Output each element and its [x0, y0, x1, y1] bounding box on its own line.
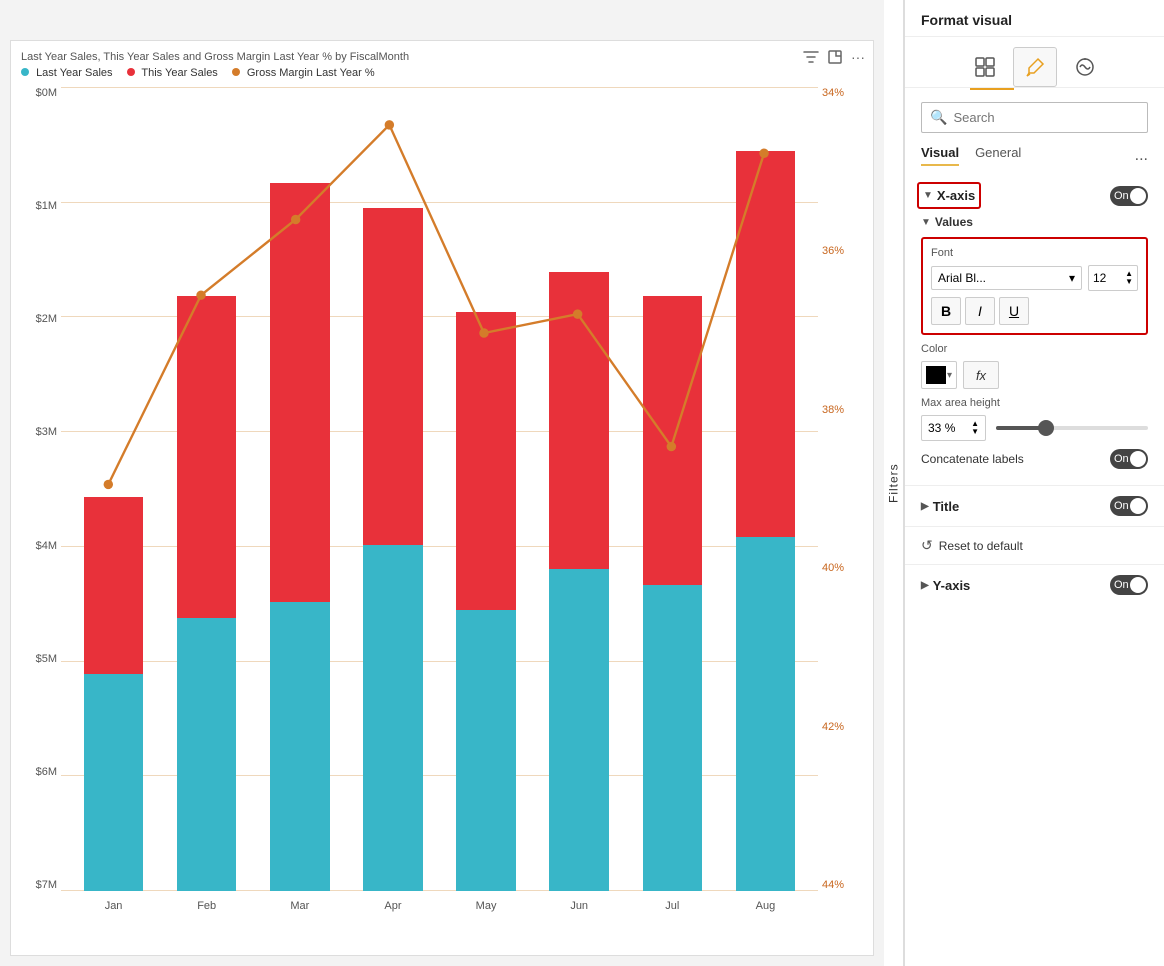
chevron-right-icon-y: ▶ — [921, 580, 929, 591]
x-axis-section-header[interactable]: ▼ X-axis On — [921, 182, 1148, 209]
chevron-down-icon-2: ▼ — [921, 217, 931, 228]
font-label: Font — [931, 247, 1138, 259]
concat-row: Concatenate labels On — [921, 449, 1148, 469]
y-axis-label[interactable]: ▶ Y-axis — [921, 578, 970, 593]
bar-group-aug — [723, 87, 808, 891]
tab-visual[interactable]: Visual — [921, 145, 959, 166]
color-section: Color ▾ fx — [921, 343, 1148, 389]
bar-group-feb — [164, 87, 249, 891]
chart-area: $7M $6M $5M $4M $3M $2M $1M $0M — [21, 87, 863, 921]
max-area-row: 33 % ▲▼ — [921, 415, 1148, 441]
legend-item-2: Gross Margin Last Year % — [232, 67, 375, 79]
max-area-section: Max area height 33 % ▲▼ — [921, 397, 1148, 441]
max-area-slider[interactable] — [996, 426, 1148, 430]
x-axis-labels: Jan Feb Mar Apr May Jun Jul Aug — [61, 891, 818, 921]
font-style-row: B I U — [931, 297, 1138, 325]
bar-group-mar — [257, 87, 342, 891]
font-section: Font Arial Bl... ▾ 12 ▲▼ B I — [921, 237, 1148, 335]
values-subsection-header[interactable]: ▼ Values — [921, 215, 1148, 229]
search-container: 🔍 — [921, 102, 1148, 133]
font-family-select[interactable]: Arial Bl... ▾ — [931, 266, 1082, 290]
paintbrush-icon-tab[interactable] — [1013, 47, 1057, 87]
legend-item-0: Last Year Sales — [21, 67, 113, 79]
format-visual-title: Format visual — [921, 12, 1012, 28]
bold-button[interactable]: B — [931, 297, 961, 325]
chart-legend: Last Year Sales This Year Sales Gross Ma… — [21, 67, 863, 79]
format-icon-tabs — [905, 37, 1164, 88]
color-label: Color — [921, 343, 1148, 355]
title-label[interactable]: ▶ Title — [921, 499, 959, 514]
italic-button[interactable]: I — [965, 297, 995, 325]
bar-group-jan — [71, 87, 156, 891]
y-axis-right: 44% 42% 40% 38% 36% 34% — [818, 87, 863, 921]
right-panel: Format visual 🔍 — [904, 0, 1164, 966]
font-size-input[interactable]: 12 ▲▼ — [1088, 265, 1138, 291]
bars-container — [61, 87, 818, 891]
bar-group-jul — [630, 87, 715, 891]
search-input[interactable] — [953, 110, 1139, 125]
chevron-down-icon-font: ▾ — [1069, 271, 1075, 285]
x-axis-title-label: ▼ X-axis — [923, 188, 975, 203]
grid-icon-tab[interactable] — [963, 47, 1007, 87]
color-swatch — [926, 366, 946, 384]
chevron-right-icon: ▶ — [921, 501, 929, 512]
bar-group-jun — [537, 87, 622, 891]
expand-icon[interactable] — [827, 49, 843, 68]
grid-icon — [974, 56, 996, 78]
concat-toggle[interactable]: On — [1110, 449, 1148, 469]
fx-button[interactable]: fx — [963, 361, 999, 389]
color-row: ▾ fx — [921, 361, 1148, 389]
filters-tab[interactable]: Filters — [884, 0, 904, 966]
color-swatch-button[interactable]: ▾ — [921, 361, 957, 389]
chart-title: Last Year Sales, This Year Sales and Gro… — [21, 51, 863, 63]
title-section-header: ▶ Title On — [921, 496, 1148, 516]
analytics-icon-tab[interactable] — [1063, 47, 1107, 87]
x-axis-label-box: ▼ X-axis — [917, 182, 981, 209]
legend-item-1: This Year Sales — [127, 67, 218, 79]
bar-group-apr — [350, 87, 435, 891]
reset-row[interactable]: ↺ Reset to default — [905, 527, 1164, 565]
tab-more[interactable]: ... — [1135, 147, 1148, 165]
reset-icon: ↺ — [921, 537, 933, 554]
title-toggle[interactable]: On — [1110, 496, 1148, 516]
x-axis-toggle[interactable]: On — [1110, 186, 1148, 206]
filter-icon[interactable] — [803, 49, 819, 68]
color-chevron-icon: ▾ — [947, 370, 952, 381]
tab-general[interactable]: General — [975, 145, 1021, 166]
y-axis-left: $7M $6M $5M $4M $3M $2M $1M $0M — [21, 87, 61, 921]
chart-body: Jan Feb Mar Apr May Jun Jul Aug FiscalMo… — [61, 87, 818, 921]
x-axis-section: ▼ X-axis On ▼ Values Font Arial Bl... ▾ — [905, 174, 1164, 486]
more-options-icon[interactable]: ··· — [851, 49, 865, 68]
concat-label: Concatenate labels — [921, 452, 1024, 466]
reset-label: Reset to default — [939, 539, 1023, 553]
chevron-down-icon: ▼ — [923, 190, 933, 201]
bar-group-may — [444, 87, 529, 891]
search-icon: 🔍 — [930, 109, 947, 126]
max-area-label: Max area height — [921, 397, 1148, 409]
view-tabs: Visual General ... — [905, 145, 1164, 166]
title-section: ▶ Title On — [905, 486, 1164, 527]
percent-input[interactable]: 33 % ▲▼ — [921, 415, 986, 441]
font-row: Arial Bl... ▾ 12 ▲▼ — [931, 265, 1138, 291]
y-axis-section: ▶ Y-axis On — [905, 565, 1164, 605]
percent-stepper[interactable]: ▲▼ — [971, 420, 979, 436]
paintbrush-icon — [1024, 56, 1046, 78]
underline-button[interactable]: U — [999, 297, 1029, 325]
panel-header: Format visual — [905, 0, 1164, 37]
y-axis-toggle[interactable]: On — [1110, 575, 1148, 595]
analytics-icon — [1074, 56, 1096, 78]
font-size-stepper[interactable]: ▲▼ — [1125, 270, 1133, 286]
